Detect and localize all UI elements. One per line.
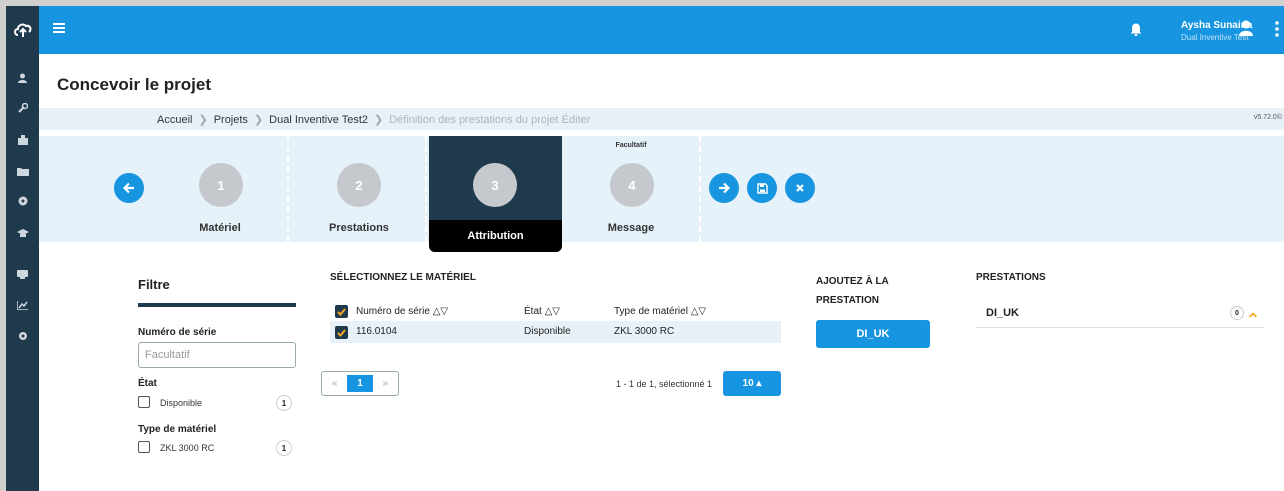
breadcrumb: Accueil ❯ Projets ❯ Dual Inventive Test2… bbox=[157, 113, 591, 127]
state-available-label: Disponible bbox=[160, 398, 203, 408]
wizard-steps: 1 Matériel 2 Prestations 3 Attribution F… bbox=[39, 136, 1284, 252]
copyright-icon: © bbox=[1276, 114, 1282, 121]
select-all-checkbox[interactable] bbox=[335, 305, 348, 318]
breadcrumb-projects[interactable]: Projets bbox=[214, 114, 248, 126]
pagination: « 1 » bbox=[321, 371, 399, 396]
step-optional-label: Facultatif bbox=[615, 142, 647, 149]
step-number: 2 bbox=[337, 163, 381, 207]
folder-icon[interactable] bbox=[6, 161, 39, 181]
top-bar: Aysha Sunaina Dual Inventive Test bbox=[39, 6, 1284, 54]
version-label: v5.72.0© bbox=[1253, 114, 1282, 121]
step-number: 4 bbox=[610, 163, 654, 207]
step-label: Attribution bbox=[429, 220, 562, 252]
prestations-title: PRESTATIONS bbox=[976, 272, 1046, 283]
close-icon bbox=[796, 184, 804, 192]
type-zkl-label: ZKL 3000 RC bbox=[160, 443, 215, 453]
column-serial-number[interactable]: Numéro de série △▽ bbox=[356, 306, 448, 317]
previous-step-button[interactable] bbox=[114, 173, 144, 203]
step-label: Prestations bbox=[329, 222, 389, 234]
page-size-select[interactable]: 10 ▴ bbox=[723, 371, 781, 396]
chevron-right-icon: ❯ bbox=[374, 114, 384, 126]
cell-serial-number: 116.0104 bbox=[356, 326, 397, 337]
chevron-right-icon: ❯ bbox=[198, 114, 208, 126]
prestation-item[interactable]: DI_UK 0 bbox=[976, 298, 1264, 328]
cloud-logo-icon[interactable] bbox=[6, 6, 39, 54]
chart-line-icon[interactable] bbox=[6, 295, 39, 315]
prestation-name: DI_UK bbox=[986, 307, 1020, 319]
column-state[interactable]: État △▽ bbox=[524, 306, 560, 317]
state-label: État bbox=[138, 378, 157, 389]
arrow-left-icon bbox=[123, 182, 134, 194]
wizard-step-4[interactable]: Facultatif 4 Message bbox=[563, 136, 701, 242]
step-label: Matériel bbox=[199, 222, 241, 234]
prestation-count: 0 bbox=[1230, 306, 1244, 320]
check-icon bbox=[337, 307, 346, 316]
wizard-step-1[interactable]: 1 Matériel bbox=[153, 136, 289, 242]
gear-icon[interactable] bbox=[6, 326, 39, 346]
user-avatar-icon[interactable] bbox=[1239, 20, 1253, 36]
more-vertical-icon[interactable] bbox=[1275, 20, 1279, 38]
state-available-checkbox[interactable] bbox=[138, 396, 150, 408]
breadcrumb-project[interactable]: Dual Inventive Test2 bbox=[269, 114, 368, 126]
next-step-button[interactable] bbox=[709, 173, 739, 203]
row-checkbox[interactable] bbox=[335, 326, 348, 339]
breadcrumb-bar: Accueil ❯ Projets ❯ Dual Inventive Test2… bbox=[39, 108, 1284, 130]
check-icon bbox=[337, 328, 346, 337]
column-material-type[interactable]: Type de matériel △▽ bbox=[614, 306, 706, 317]
pagination-next[interactable]: » bbox=[373, 372, 398, 395]
save-button[interactable] bbox=[747, 173, 777, 203]
building-icon[interactable] bbox=[6, 130, 39, 150]
pagination-info: 1 - 1 de 1, sélectionné 1 bbox=[616, 379, 713, 389]
cancel-button[interactable] bbox=[785, 173, 815, 203]
wrench-icon[interactable] bbox=[6, 98, 39, 118]
type-zkl-count: 1 bbox=[276, 440, 292, 456]
pagination-prev[interactable]: « bbox=[322, 372, 347, 395]
wizard-step-2[interactable]: 2 Prestations bbox=[291, 136, 427, 242]
filter-divider bbox=[138, 303, 296, 307]
bell-icon[interactable] bbox=[1130, 22, 1142, 37]
filter-title: Filtre bbox=[138, 277, 170, 292]
globe-icon[interactable] bbox=[6, 191, 39, 211]
material-type-label: Type de matériel bbox=[138, 424, 217, 435]
app-frame bbox=[0, 0, 1284, 491]
serial-number-input[interactable]: Facultatif bbox=[138, 342, 296, 368]
breadcrumb-current: Définition des prestations du projet Édi… bbox=[389, 113, 591, 126]
cell-state: Disponible bbox=[524, 326, 571, 337]
hamburger-menu-icon[interactable] bbox=[53, 23, 65, 33]
chevron-up-icon[interactable] bbox=[1248, 307, 1258, 318]
add-di-uk-button[interactable]: DI_UK bbox=[816, 320, 930, 348]
user-icon[interactable] bbox=[6, 68, 39, 88]
step-label: Message bbox=[607, 222, 655, 234]
monitor-icon[interactable] bbox=[6, 264, 39, 284]
step-number: 3 bbox=[473, 163, 517, 207]
page-title: Concevoir le projet bbox=[57, 75, 211, 94]
arrow-right-icon bbox=[719, 182, 730, 194]
graduation-cap-icon[interactable] bbox=[6, 223, 39, 243]
pagination-page-1[interactable]: 1 bbox=[347, 375, 373, 392]
material-section-title: SÉLECTIONNEZ LE MATÉRIEL bbox=[330, 272, 476, 283]
type-zkl-checkbox[interactable] bbox=[138, 441, 150, 453]
chevron-right-icon: ❯ bbox=[253, 114, 264, 126]
sidebar bbox=[6, 6, 39, 491]
step-number: 1 bbox=[199, 163, 243, 207]
state-available-count: 1 bbox=[276, 395, 292, 411]
floppy-disk-icon bbox=[756, 182, 768, 194]
wizard-step-3[interactable]: 3 Attribution bbox=[429, 136, 562, 252]
add-section-title: AJOUTEZ À LA PRESTATION bbox=[816, 276, 889, 306]
breadcrumb-home[interactable]: Accueil bbox=[157, 114, 192, 126]
cell-material-type: ZKL 3000 RC bbox=[614, 326, 675, 337]
serial-number-label: Numéro de série bbox=[138, 327, 217, 338]
